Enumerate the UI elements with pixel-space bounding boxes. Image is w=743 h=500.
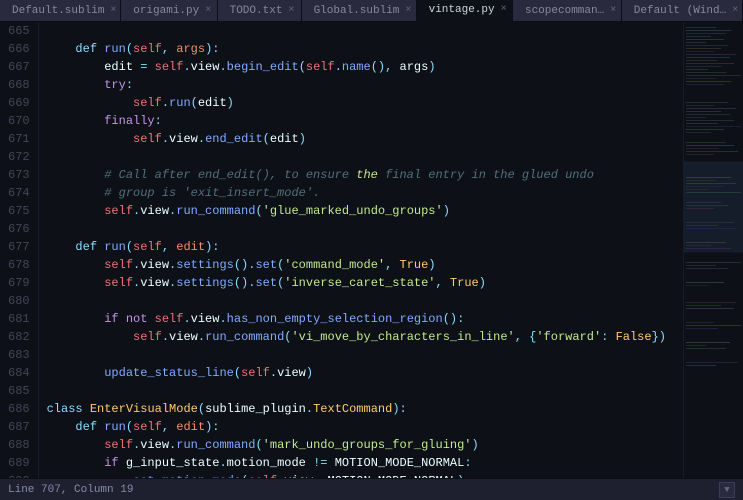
tab-close-icon[interactable]: × bbox=[205, 6, 211, 16]
tab-label: TODO.txt bbox=[230, 5, 283, 17]
code-line bbox=[47, 382, 683, 400]
code-line: self.view.run_command('vi_move_by_charac… bbox=[47, 328, 683, 346]
code-line: self.view.run_command('glue_marked_undo_… bbox=[47, 202, 683, 220]
code-line bbox=[47, 22, 683, 40]
code-line bbox=[47, 346, 683, 364]
code-line: # group is 'exit_insert_mode'. bbox=[47, 184, 683, 202]
code-line bbox=[47, 148, 683, 166]
scroll-down-button[interactable]: ▼ bbox=[719, 482, 735, 498]
code-line: self.view.run_command('mark_undo_groups_… bbox=[47, 436, 683, 454]
minimap[interactable] bbox=[683, 22, 743, 478]
code-line bbox=[47, 292, 683, 310]
line-numbers: 665 666 667 668 669 670 671 672 673 674 … bbox=[0, 22, 39, 478]
cursor-position: Line 707, Column 19 bbox=[8, 484, 133, 496]
status-right: ▼ bbox=[719, 482, 735, 498]
tab-label: Default.sublim bbox=[12, 5, 104, 17]
tab-origami[interactable]: origami.py × bbox=[121, 0, 217, 21]
main-content: 665 666 667 668 669 670 671 672 673 674 … bbox=[0, 22, 743, 478]
tab-label: scopecomman… bbox=[525, 5, 604, 17]
code-line: try: bbox=[47, 76, 683, 94]
code-line: # Call after end_edit(), to ensure the f… bbox=[47, 166, 683, 184]
tab-close-icon[interactable]: × bbox=[110, 6, 116, 16]
code-line: def run(self, args): bbox=[47, 40, 683, 58]
tab-close-icon[interactable]: × bbox=[501, 5, 507, 15]
code-line: class EnterVisualMode(sublime_plugin.Tex… bbox=[47, 400, 683, 418]
tab-label: Global.sublim bbox=[314, 5, 400, 17]
tab-close-icon[interactable]: × bbox=[610, 6, 616, 16]
code-line: self.view.settings().set('inverse_caret_… bbox=[47, 274, 683, 292]
code-line: edit = self.view.begin_edit(self.name(),… bbox=[47, 58, 683, 76]
tab-todo[interactable]: TODO.txt × bbox=[218, 0, 302, 21]
tab-close-icon[interactable]: × bbox=[405, 6, 411, 16]
code-line: finally: bbox=[47, 112, 683, 130]
code-line: def run(self, edit): bbox=[47, 238, 683, 256]
tab-vintage[interactable]: vintage.py × bbox=[417, 0, 513, 21]
code-line: if g_input_state.motion_mode != MOTION_M… bbox=[47, 454, 683, 472]
code-line bbox=[47, 220, 683, 238]
code-editor[interactable]: 665 666 667 668 669 670 671 672 673 674 … bbox=[0, 22, 683, 478]
tab-bar: Default.sublim × origami.py × TODO.txt ×… bbox=[0, 0, 743, 22]
tab-close-icon[interactable]: × bbox=[288, 6, 294, 16]
code-line: update_status_line(self.view) bbox=[47, 364, 683, 382]
tab-global-sublime[interactable]: Global.sublim × bbox=[302, 0, 417, 21]
tab-label: vintage.py bbox=[429, 4, 495, 16]
code-line: self.run(edit) bbox=[47, 94, 683, 112]
tab-label: origami.py bbox=[133, 5, 199, 17]
code-line: def run(self, edit): bbox=[47, 418, 683, 436]
code-line: self.view.settings().set('command_mode',… bbox=[47, 256, 683, 274]
status-bar: Line 707, Column 19 ▼ bbox=[0, 478, 743, 500]
tab-label: Default (Wind… bbox=[634, 5, 726, 17]
tab-scopecommand[interactable]: scopecomman… × bbox=[513, 0, 622, 21]
status-left: Line 707, Column 19 bbox=[8, 484, 133, 496]
tab-default-sublime[interactable]: Default.sublim × bbox=[0, 0, 121, 21]
code-line: self.view.end_edit(edit) bbox=[47, 130, 683, 148]
code-line: if not self.view.has_non_empty_selection… bbox=[47, 310, 683, 328]
tab-default-wind[interactable]: Default (Wind… × bbox=[622, 0, 743, 21]
scroll-down-icon: ▼ bbox=[724, 485, 729, 495]
code-lines[interactable]: def run(self, args): edit = self.view.be… bbox=[39, 22, 683, 478]
tab-close-icon[interactable]: × bbox=[732, 6, 738, 16]
